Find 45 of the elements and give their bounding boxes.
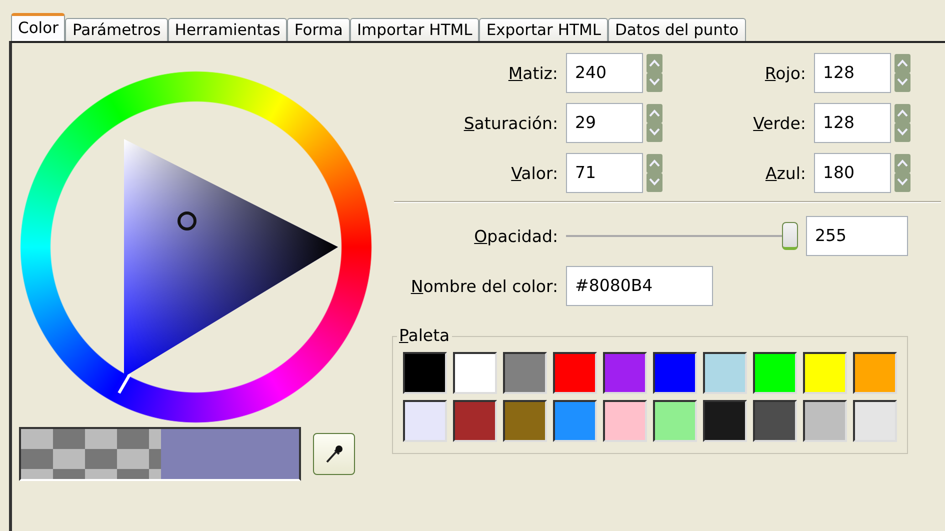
color-swatch[interactable]: [403, 400, 447, 442]
field-label: Matiz:: [507, 64, 558, 82]
color-swatch[interactable]: [803, 352, 847, 394]
field-label: Saturación:: [462, 114, 558, 132]
input-field[interactable]: 240: [566, 53, 643, 93]
tab[interactable]: Herramientas: [168, 18, 288, 41]
tab[interactable]: Datos del punto: [608, 18, 746, 41]
color-swatch[interactable]: [503, 352, 547, 394]
tab[interactable]: Forma: [287, 18, 350, 41]
input-field[interactable]: 180: [814, 153, 891, 193]
color-swatch[interactable]: [603, 400, 647, 442]
input-field[interactable]: 128: [814, 103, 891, 143]
color-swatch[interactable]: [603, 352, 647, 394]
color-swatch[interactable]: [453, 352, 497, 394]
color-swatch[interactable]: [653, 352, 697, 394]
field-label: Opacidad:: [473, 226, 558, 246]
input-field[interactable]: #8080B4: [566, 266, 713, 306]
color-swatch[interactable]: [553, 352, 597, 394]
color-swatch[interactable]: [753, 352, 797, 394]
input-field[interactable]: 29: [566, 103, 643, 143]
tab[interactable]: Importar HTML: [350, 18, 480, 41]
color-swatch[interactable]: [703, 352, 747, 394]
field-label: Rojo:: [764, 64, 806, 82]
color-swatch[interactable]: [753, 400, 797, 442]
color-swatch[interactable]: [503, 400, 547, 442]
color-swatch[interactable]: [453, 400, 497, 442]
tab[interactable]: Color: [11, 13, 66, 41]
color-swatch[interactable]: [653, 400, 697, 442]
field-label: Valor:: [510, 164, 558, 182]
input-field[interactable]: 71: [566, 153, 643, 193]
color-swatch[interactable]: [553, 400, 597, 442]
field-label: Nombre del color:: [410, 276, 558, 296]
color-swatch[interactable]: [403, 352, 447, 394]
tab[interactable]: Exportar HTML: [479, 18, 608, 41]
group-title: Paleta: [397, 326, 452, 345]
eyedropper-button[interactable]: [313, 433, 355, 475]
color-swatch[interactable]: [853, 400, 897, 442]
tab[interactable]: Parámetros: [65, 18, 168, 41]
input-field[interactable]: 255: [806, 216, 908, 256]
field-label: Verde:: [752, 114, 806, 132]
color-swatch[interactable]: [853, 352, 897, 394]
color-swatch[interactable]: [803, 400, 847, 442]
field-label: Azul:: [764, 164, 806, 182]
input-field[interactable]: 128: [814, 53, 891, 93]
color-swatch[interactable]: [703, 400, 747, 442]
